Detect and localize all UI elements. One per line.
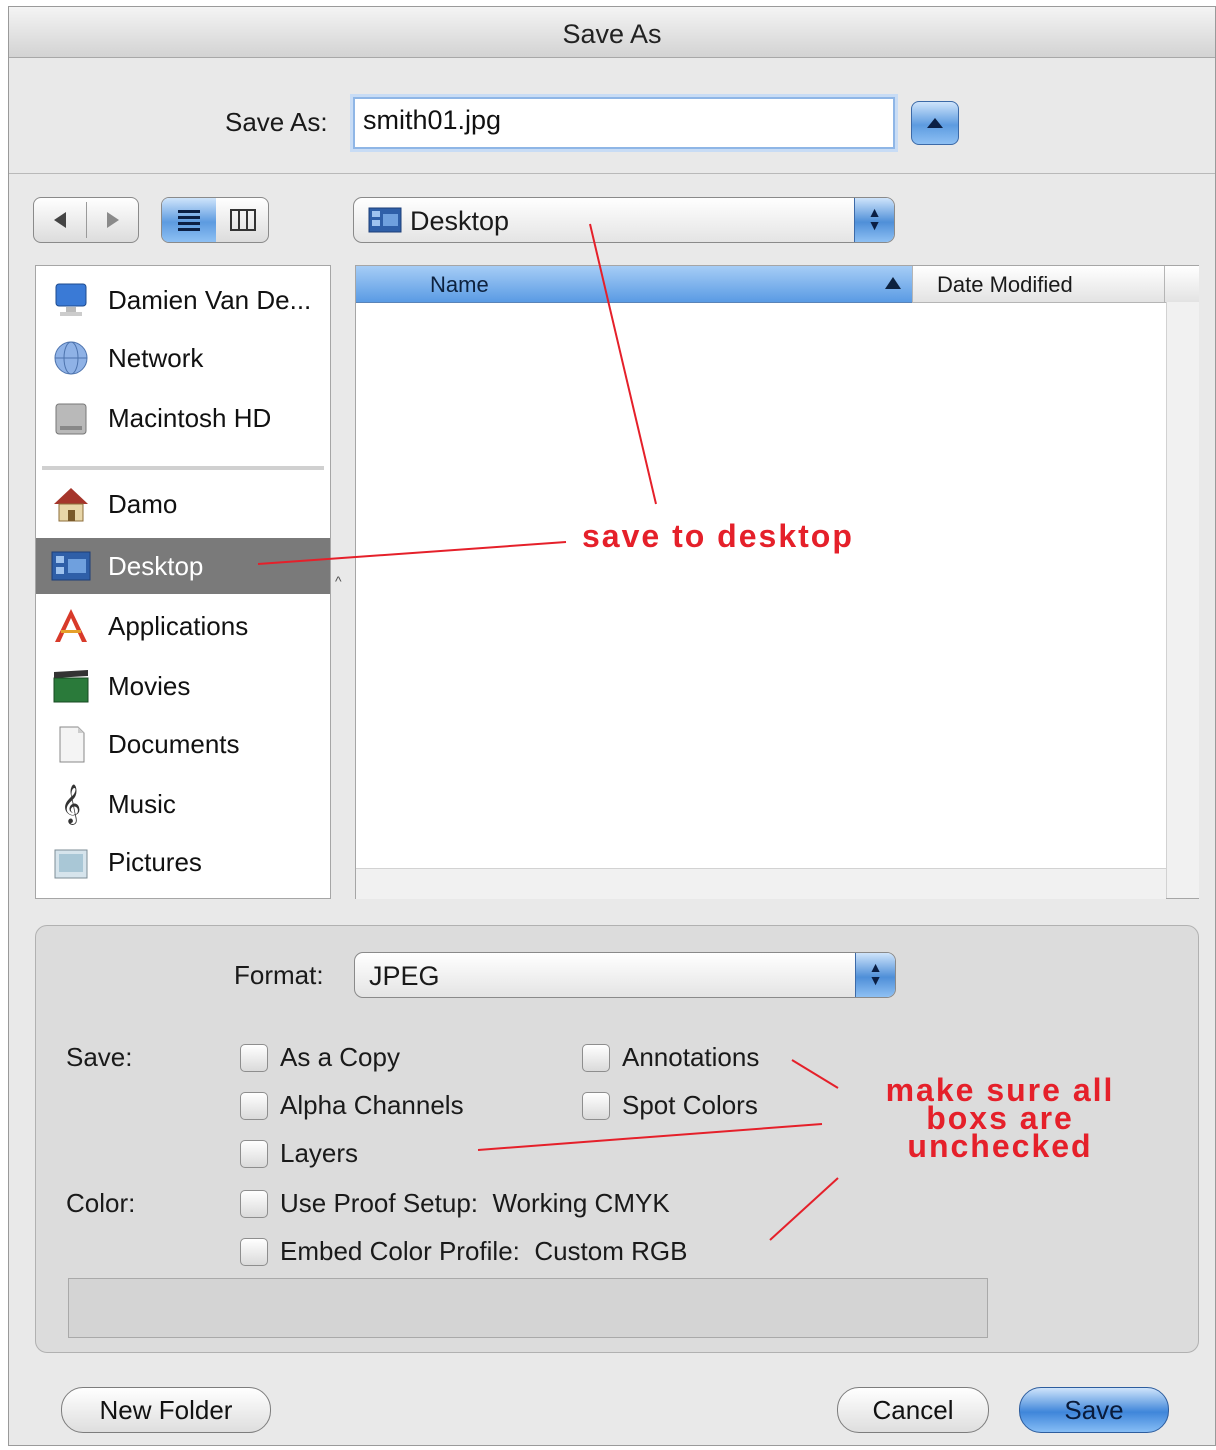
annotation-uncheck-boxes: make sure all boxs are unchecked <box>850 1074 1150 1164</box>
annotation-save-to-desktop: save to desktop <box>582 518 854 554</box>
annotation-lines <box>257 223 839 1241</box>
annotation-line-3: unchecked <box>907 1128 1093 1164</box>
